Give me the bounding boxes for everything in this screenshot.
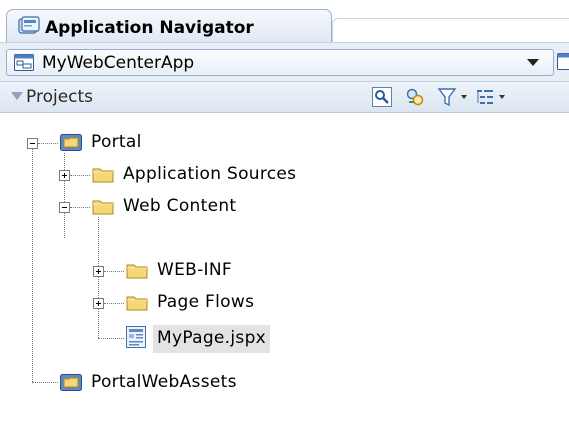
project-folder-icon — [60, 134, 82, 151]
tab-strip: Application Navigator — [0, 0, 569, 43]
tree-line — [64, 153, 65, 238]
collapse-portal-icon[interactable] — [27, 138, 38, 149]
tree-node-portal[interactable]: Portal — [91, 132, 142, 152]
tree-node-web-content[interactable]: Web Content — [123, 196, 236, 216]
folder-icon — [126, 264, 148, 279]
find-icon[interactable] — [372, 87, 392, 107]
view-options-icon[interactable] — [475, 87, 495, 107]
expand-page-flows-icon[interactable] — [93, 298, 104, 309]
filter-icon[interactable] — [437, 87, 459, 107]
tree-node-page-flows[interactable]: Page Flows — [157, 292, 254, 312]
collapse-icon[interactable] — [11, 92, 23, 100]
jspx-file-icon — [126, 326, 146, 348]
project-folder-icon — [60, 374, 82, 391]
tab-application-navigator[interactable]: Application Navigator — [6, 9, 332, 43]
tree-line — [104, 303, 124, 304]
tree-node-application-sources[interactable]: Application Sources — [123, 164, 296, 184]
tree-line — [32, 149, 33, 382]
application-icon — [14, 54, 34, 71]
tree-line — [70, 175, 90, 176]
application-selector-row: MyWebCenterApp — [0, 43, 569, 81]
expand-application-sources-icon[interactable] — [59, 170, 70, 181]
tree-line — [98, 217, 99, 338]
tab-title: Application Navigator — [45, 18, 254, 38]
tree-node-mypage-jspx[interactable]: MyPage.jspx — [157, 328, 266, 348]
application-menu-icon[interactable] — [557, 53, 569, 70]
filter-dropdown-icon[interactable] — [461, 95, 467, 99]
tree-line — [98, 338, 124, 339]
expand-web-inf-icon[interactable] — [93, 266, 104, 277]
projects-header[interactable]: Projects — [0, 81, 569, 113]
collapse-web-content-icon[interactable] — [59, 202, 70, 213]
refresh-sync-icon[interactable] — [405, 87, 425, 107]
chevron-down-icon[interactable] — [527, 59, 539, 66]
tree-line — [32, 382, 58, 383]
tab-strip-empty — [332, 18, 569, 43]
tree-node-portal-web-assets[interactable]: PortalWebAssets — [91, 372, 237, 392]
tree-line — [104, 271, 124, 272]
view-options-dropdown-icon[interactable] — [499, 95, 505, 99]
folder-icon — [126, 296, 148, 311]
tree-node-web-inf[interactable]: WEB-INF — [157, 260, 232, 280]
application-combo[interactable]: MyWebCenterApp — [6, 49, 554, 76]
application-navigator-icon — [18, 16, 40, 34]
projects-label: Projects — [26, 87, 94, 107]
folder-icon — [92, 168, 114, 183]
application-name: MyWebCenterApp — [42, 53, 195, 73]
folder-icon — [92, 200, 114, 215]
project-tree: Portal Application Sources Web Content W… — [0, 113, 569, 430]
tree-line — [70, 207, 90, 208]
tree-line — [38, 143, 58, 144]
